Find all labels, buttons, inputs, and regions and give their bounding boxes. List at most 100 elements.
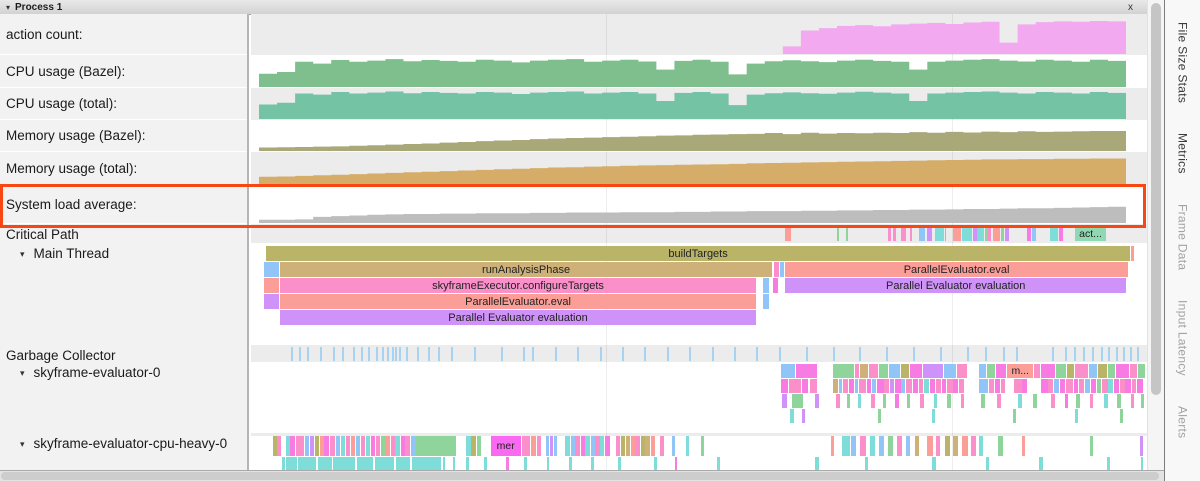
trace-span[interactable] <box>1054 379 1059 393</box>
trace-span[interactable] <box>466 436 471 456</box>
trace-span[interactable] <box>635 436 639 456</box>
trace-span[interactable] <box>924 379 929 393</box>
trace-span[interactable] <box>802 379 808 393</box>
trace-span[interactable] <box>986 457 989 470</box>
trace-span[interactable] <box>893 226 896 241</box>
gc-event-tick[interactable] <box>622 347 624 361</box>
trace-span[interactable] <box>286 457 297 470</box>
trace-span[interactable] <box>591 457 594 470</box>
gc-event-tick[interactable] <box>756 347 758 361</box>
trace-span[interactable] <box>942 379 946 393</box>
trace-span[interactable] <box>547 457 550 470</box>
trace-span[interactable] <box>524 457 527 470</box>
trace-span[interactable] <box>675 457 678 470</box>
trace-span[interactable] <box>315 436 319 456</box>
trace-span[interactable] <box>581 436 585 456</box>
main-thread-depth-2[interactable]: skyframeExecutor.configureTargetsParalle… <box>251 278 1147 293</box>
critical-path-track[interactable]: act... <box>251 226 1147 241</box>
trace-span[interactable] <box>901 379 905 393</box>
trace-span[interactable] <box>333 457 355 470</box>
trace-span[interactable] <box>872 379 876 393</box>
trace-span[interactable] <box>849 379 854 393</box>
gc-event-tick[interactable] <box>406 347 408 361</box>
vertical-scrollbar[interactable] <box>1147 0 1164 470</box>
trace-span[interactable] <box>1091 379 1096 393</box>
trace-span[interactable] <box>979 364 986 378</box>
trace-span[interactable] <box>860 436 865 456</box>
horizontal-scrollbar-thumb[interactable] <box>1 472 1159 480</box>
gc-event-tick[interactable] <box>806 347 808 361</box>
trace-span[interactable] <box>785 226 791 241</box>
gc-event-tick[interactable] <box>1065 347 1067 361</box>
trace-span[interactable] <box>1141 457 1144 470</box>
trace-span[interactable] <box>1022 436 1026 456</box>
gc-event-tick[interactable] <box>940 347 942 361</box>
trace-span[interactable] <box>996 364 1007 378</box>
trace-span[interactable] <box>989 379 993 393</box>
trace-span[interactable] <box>1056 364 1067 378</box>
trace-span[interactable] <box>953 436 957 456</box>
trace-span[interactable] <box>531 436 536 456</box>
trace-span[interactable] <box>660 436 664 456</box>
trace-span[interactable] <box>1102 379 1107 393</box>
trace-span[interactable] <box>1108 379 1112 393</box>
gc-event-tick[interactable] <box>1052 347 1054 361</box>
trace-span[interactable] <box>1089 364 1097 378</box>
gc-event-tick[interactable] <box>333 347 335 361</box>
trace-span[interactable] <box>890 379 894 393</box>
chart-action-count[interactable] <box>259 16 1126 54</box>
trace-span[interactable] <box>1022 379 1026 393</box>
trace-span[interactable] <box>537 436 541 456</box>
trace-span[interactable] <box>979 379 989 393</box>
trace-span[interactable] <box>1076 394 1080 408</box>
gc-event-tick[interactable] <box>967 347 969 361</box>
gc-event-tick[interactable] <box>1101 347 1103 361</box>
main-thread-depth-4[interactable]: Parallel Evaluator evaluation <box>251 310 1147 325</box>
gc-event-tick[interactable] <box>501 347 503 361</box>
trace-span[interactable] <box>837 226 839 241</box>
gc-event-tick[interactable] <box>395 347 397 361</box>
chart-cpu-usage-total[interactable] <box>259 90 1126 119</box>
trace-span[interactable] <box>484 457 487 470</box>
trace-span[interactable] <box>927 436 933 456</box>
main-thread-depth-1[interactable]: runAnalysisPhaseParallelEvaluator.eval <box>251 262 1147 277</box>
trace-span[interactable] <box>346 436 350 456</box>
trace-span[interactable] <box>879 364 888 378</box>
trace-span[interactable] <box>651 436 655 456</box>
evaluator-0-depth-2[interactable] <box>251 394 1147 408</box>
trace-span[interactable] <box>453 457 456 470</box>
trace-span[interactable] <box>920 394 924 408</box>
trace-span[interactable] <box>961 394 965 408</box>
gc-event-tick[interactable] <box>523 347 525 361</box>
sidebar-row-main-thread[interactable]: ▾ Main Thread <box>0 243 247 345</box>
trace-span[interactable] <box>855 364 859 378</box>
trace-span[interactable] <box>310 436 314 456</box>
trace-span[interactable] <box>1027 226 1031 241</box>
trace-span[interactable] <box>971 436 975 456</box>
trace-span[interactable] <box>897 436 902 456</box>
trace-span-m-[interactable]: m... <box>1007 364 1033 378</box>
trace-span[interactable] <box>298 457 316 470</box>
trace-span[interactable] <box>569 457 572 470</box>
trace-span[interactable] <box>932 457 936 470</box>
sidebar-row-skyframe-evaluator-cpu-heavy-0[interactable]: ▾ skyframe-evaluator-cpu-heavy-0 <box>0 433 247 470</box>
trace-span[interactable] <box>277 436 280 456</box>
trace-span[interactable] <box>701 436 704 456</box>
main-thread-depth-0[interactable]: buildTargets <box>251 246 1147 261</box>
trace-span[interactable] <box>780 262 784 277</box>
trace-span[interactable] <box>1032 226 1036 241</box>
trace-span[interactable] <box>1005 226 1009 241</box>
trace-span[interactable] <box>375 457 395 470</box>
trace-span[interactable] <box>1098 364 1107 378</box>
gc-event-tick[interactable] <box>644 347 646 361</box>
tab-alerts[interactable]: Alerts <box>1176 406 1190 438</box>
trace-span[interactable] <box>945 226 947 241</box>
trace-span[interactable] <box>915 436 919 456</box>
trace-span-mer[interactable]: mer <box>491 436 521 456</box>
main-thread-depth-3[interactable]: ParallelEvaluator.eval <box>251 294 1147 309</box>
trace-span[interactable] <box>836 394 840 408</box>
trace-span[interactable] <box>405 436 410 456</box>
gc-event-tick[interactable] <box>1130 347 1132 361</box>
trace-span[interactable] <box>641 436 645 456</box>
trace-span[interactable] <box>997 394 1001 408</box>
